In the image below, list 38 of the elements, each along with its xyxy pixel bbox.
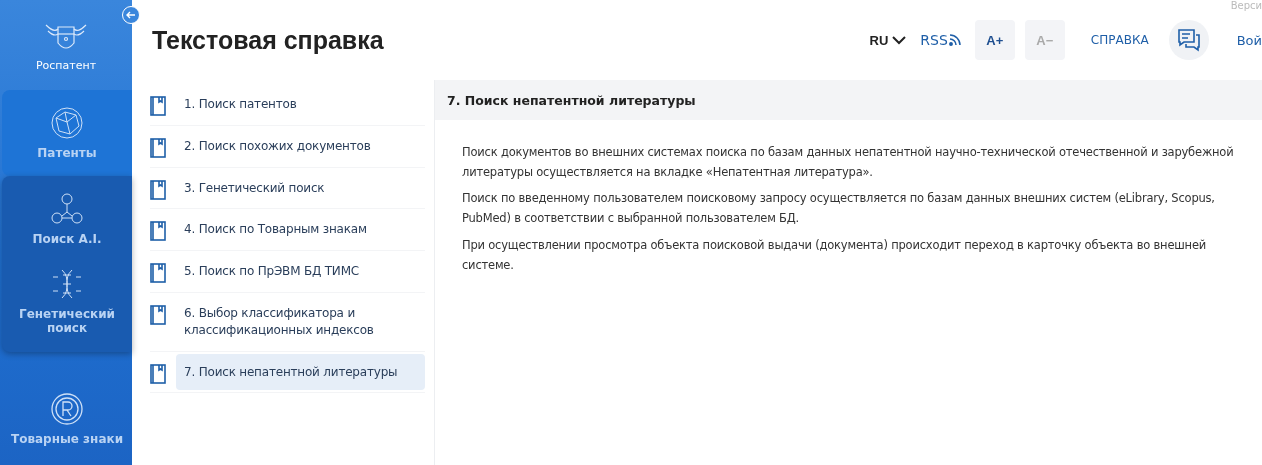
toc-item[interactable]: 7. Поиск непатентной литературы — [176, 353, 425, 391]
toc-item[interactable]: 4. Поиск по Товарным знакам — [176, 211, 425, 249]
nav-item[interactable]: Генетический поиск — [2, 256, 132, 346]
globe-network-icon — [50, 106, 84, 140]
chat-bubbles-icon — [1176, 28, 1201, 52]
book-icon — [150, 305, 166, 325]
article-paragraph: Поиск документов во внешних системах поиска по базам данных непатентной научно-технической отечественной и зарубежной литературы осуществляется на вкладке «Непатентная литература». — [462, 144, 1235, 182]
toc-item[interactable]: 3. Генетический поиск — [176, 169, 425, 207]
article-paragraph: Поиск по введенному пользователем поисковому запросу осуществляется по базам данных внешних систем (eLibrary, Scopus, PubMed) в соответствии с выбранной пользователем БД. — [462, 190, 1216, 228]
help-link[interactable]: СПРАВКА — [1090, 33, 1149, 47]
language-select[interactable]: RU — [869, 32, 907, 48]
chat-button[interactable] — [1168, 20, 1209, 60]
rss-icon — [948, 34, 961, 46]
font-increase-button[interactable]: A+ — [974, 20, 1015, 60]
book-icon — [150, 221, 166, 242]
toc-item[interactable]: 1. Поиск патентов — [176, 86, 425, 123]
rss-link[interactable]: RSS — [920, 32, 961, 48]
toc-item[interactable]: 5. Поиск по ПрЭВМ БД ТИМС — [176, 253, 425, 290]
nav-item[interactable]: Товарные знаки — [2, 381, 132, 456]
collapse-button[interactable] — [122, 6, 140, 24]
nav-item[interactable]: Поиск A.I. — [2, 182, 132, 257]
book-icon — [150, 179, 166, 200]
chevron-down-icon — [892, 35, 907, 45]
article-title: 7. Поиск непатентной литературы — [435, 80, 1262, 120]
login-link[interactable]: Вой — [1236, 32, 1262, 48]
book-icon — [150, 96, 166, 116]
registered-trademark-icon — [50, 391, 84, 426]
book-icon — [150, 263, 166, 284]
logo-text: Роспатент — [35, 58, 97, 72]
article-paragraph: При осуществлении просмотра объекта поисковой выдачи (документа) происходит переход в карточку объекта во внешней системе. — [462, 236, 1208, 274]
connected-circles-icon — [50, 192, 84, 227]
book-icon — [150, 363, 166, 384]
toc-item[interactable]: 2. Поиск похожих документов — [176, 127, 425, 165]
left-arrow-icon — [126, 10, 136, 20]
version-text: Верси — [1230, 0, 1262, 11]
page-title: Текстовая справка — [152, 25, 385, 55]
toc-item[interactable]: 6. Выбор классификатора и классификационных индексов — [176, 295, 425, 349]
book-icon — [150, 137, 166, 158]
